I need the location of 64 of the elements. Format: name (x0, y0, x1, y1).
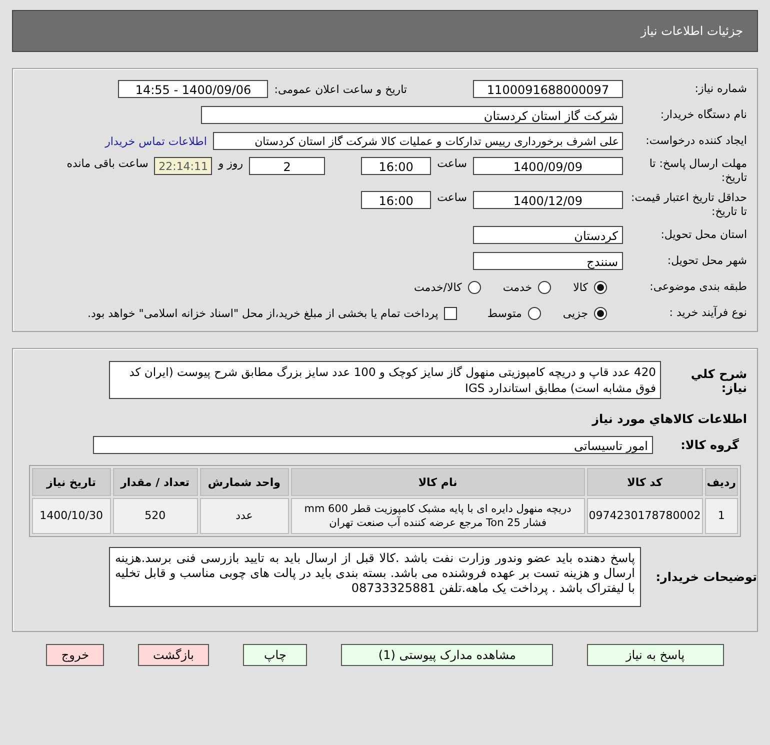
buyer-field: شرکت گاز استان کردستان (201, 106, 623, 124)
time-field: 16:00 (361, 157, 432, 175)
checkbox[interactable] (444, 306, 458, 320)
field-label: ساعت (437, 191, 467, 204)
field-label: شرح کلي نياز: (690, 367, 747, 395)
creator-field: علی اشرف برخورداری رییس تدارکات و عملیات کالا شرکت گاز استان کردستان (213, 132, 623, 150)
table-cell: 0974230178780002 (586, 498, 703, 534)
field-label: نوع فرآیند خرید : (668, 306, 747, 320)
field-label: توضیحات خریدار: (654, 570, 757, 584)
page-title: جزئیات اطلاعات نیاز (640, 24, 743, 38)
column-header: تعداد / مقدار (112, 468, 198, 496)
radio-label: کالا/خدمت (414, 280, 462, 294)
need-number-field: 1100091688000097 (473, 80, 623, 98)
section-heading: اطلاعات کالاهاي مورد نياز (592, 412, 747, 426)
field-label: روز و (218, 157, 244, 170)
column-header: واحد شمارش (200, 468, 289, 496)
action-button[interactable]: بازگشت (138, 644, 209, 666)
date-field: 1400/09/09 (473, 157, 623, 175)
column-header: ردیف (704, 468, 738, 496)
action-button[interactable]: پاسخ به نیاز (586, 644, 724, 666)
table-cell: 520 (112, 498, 198, 534)
action-button[interactable]: خروج (46, 644, 104, 666)
radio-label: جزیی (562, 306, 588, 320)
field-label: تاریخ و ساعت اعلان عمومی: (274, 82, 407, 96)
field-label: ساعت باقی مانده (66, 157, 148, 170)
field-label: نام دستگاه خریدار: (659, 108, 747, 122)
time-field: 16:00 (361, 191, 432, 209)
goods-group-field: امور تاسیساتی (93, 436, 653, 454)
field-label: ساعت (437, 157, 467, 170)
column-header: نام کالا (290, 468, 585, 496)
table-cell: عدد (200, 498, 289, 534)
table-cell: 1 (704, 498, 738, 534)
buyer-notes-field: پاسخ دهنده باید عضو وندور وزارت نفت باشد .کالا قبل از ارسال باید به تایید بازرسی فنی برسد.هزینه ارسال و هزینه تست بر عهده فروشنده می باشد. بسته بندی باید در پالت های چوبی مناسب و قابل تخلیه با لیفتراک باشد . پرداخت یک ماهه.تلفن 08733325881 (109, 547, 641, 607)
radio-button[interactable] (468, 280, 481, 294)
field-label: ایجاد کننده درخواست: (644, 134, 747, 148)
column-header: کد کالا (586, 468, 703, 496)
date-field: 1400/12/09 (473, 191, 623, 209)
announce-date-field: 1400/09/06 - 14:55 (118, 80, 268, 98)
radio-button[interactable] (594, 306, 607, 320)
action-button[interactable]: چاپ (243, 644, 308, 666)
contact-link[interactable]: اطلاعات تماس خریدار (105, 134, 207, 148)
radio-button[interactable] (594, 280, 607, 294)
radio-button[interactable] (538, 280, 552, 294)
table-cell: دریچه منهول دایره ای با پایه مشبک کامپوزیت قطر 600 mm فشار 25 Ton مرجع عرضه کننده آب صنعت تهران (290, 498, 585, 534)
radio-label: کالا (573, 280, 588, 294)
radio-label: متوسط (487, 306, 522, 320)
field-label: شهر محل تحویل: (666, 254, 747, 268)
column-header: تاریخ نیاز (32, 468, 111, 496)
action-button[interactable]: مشاهده مدارک پیوستی (1) (341, 644, 553, 666)
radio-button[interactable] (528, 306, 541, 320)
province-field: کردستان (473, 226, 623, 244)
field-label: گروه کالا: (680, 438, 739, 452)
field-label: حداقل تاریخ اعتبار قیمت: تا تاریخ: (630, 191, 747, 219)
checkbox-label: پرداخت تمام یا بخشی از مبلغ خرید،از محل "اسناد خزانه اسلامی" خواهد بود. (88, 306, 438, 320)
days-field: 2 (249, 157, 326, 175)
description-field: 420 عدد قاپ و دریچه کامپوزیتی منهول گاز سایز کوچک و 100 عدد سایز بزرگ مطابق شرح پیوست (ایران کد فوق مشابه است) مطابق استاندارد IGS (109, 361, 661, 399)
field-label: استان محل تحویل: (660, 228, 747, 242)
radio-label: خدمت (502, 280, 532, 294)
field-label: شماره نیاز: (694, 82, 747, 96)
remaining-time-field: 22:14:11 (154, 157, 212, 175)
field-label: طبقه بندی موضوعی: (648, 280, 747, 294)
city-field: سنندج (473, 252, 623, 270)
table-cell: 1400/10/30 (32, 498, 111, 534)
field-label: مهلت ارسال پاسخ: تا تاریخ: (648, 157, 747, 185)
